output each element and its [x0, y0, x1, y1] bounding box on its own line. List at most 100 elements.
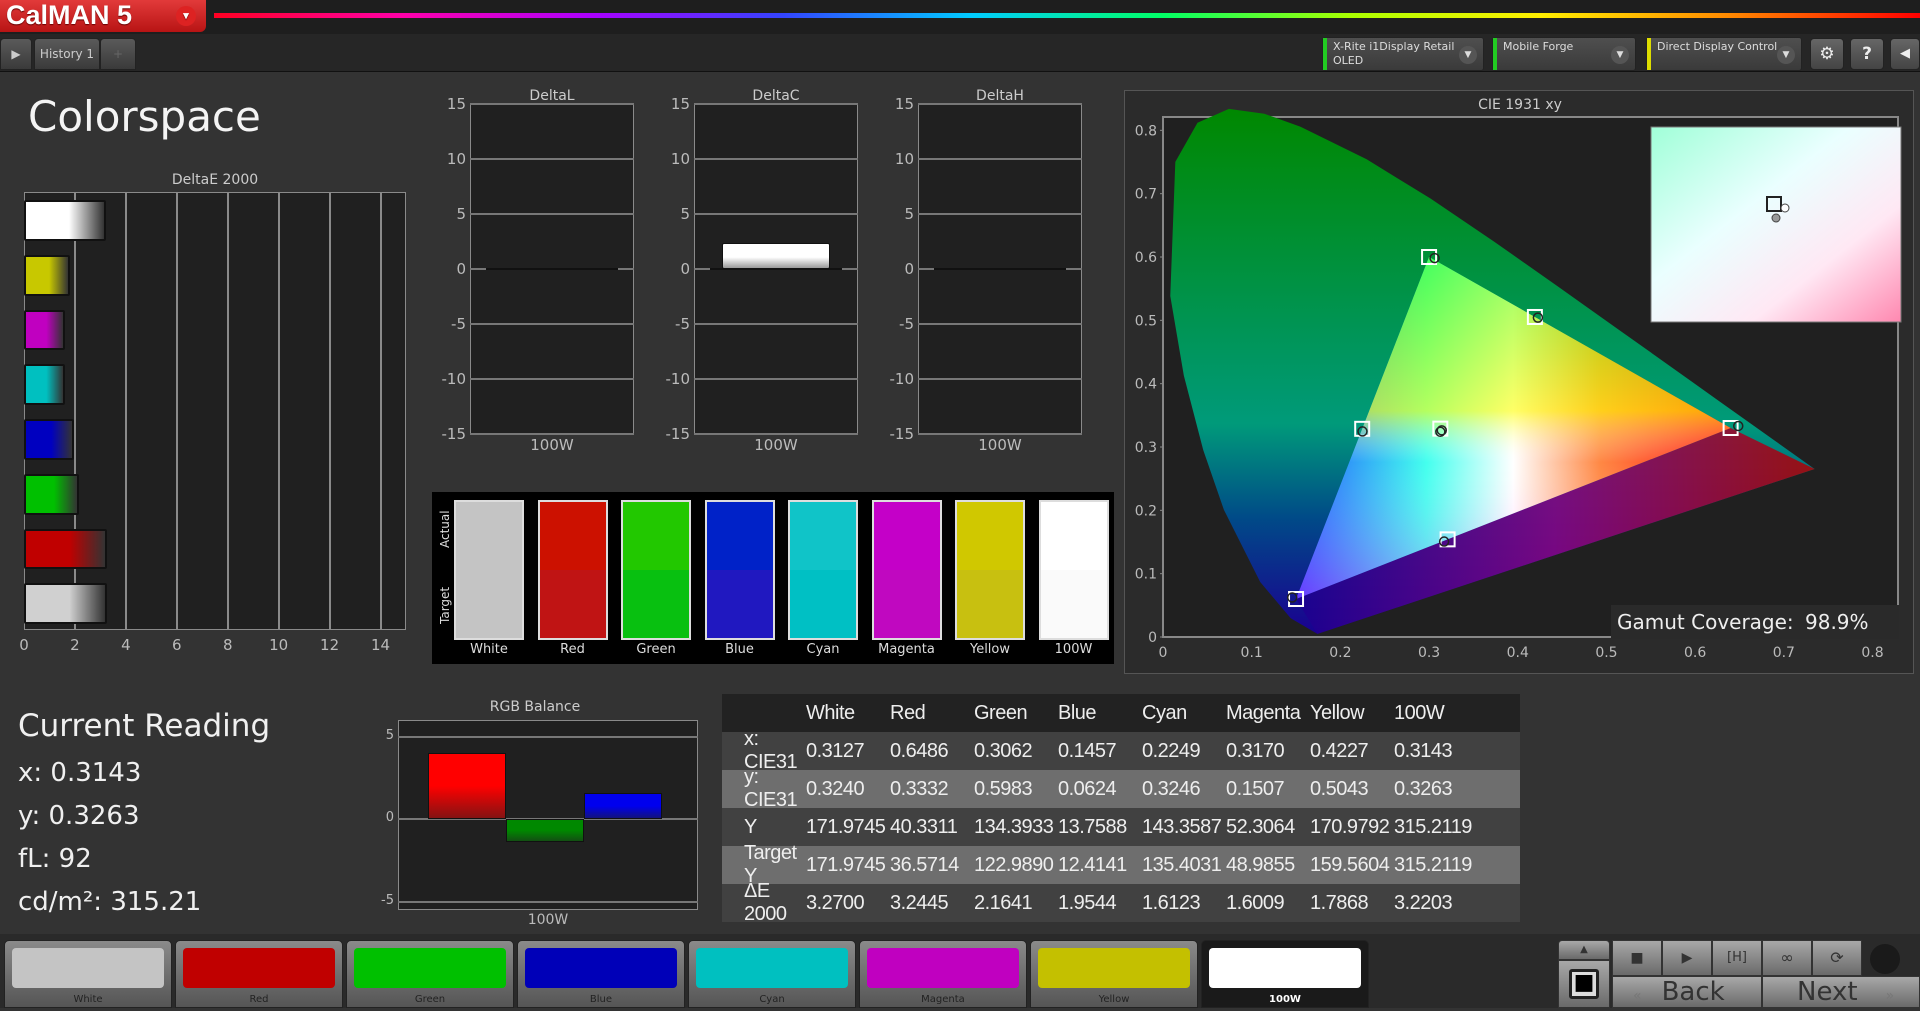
patch-label: Magenta [921, 994, 965, 1005]
target-color [623, 570, 689, 638]
table-cell: 143.3587 [1142, 815, 1222, 838]
patch-button-green[interactable]: Green [346, 940, 514, 1008]
back-icon: « [1633, 988, 1642, 1004]
patch-button-100w[interactable]: 100W [1201, 940, 1369, 1008]
column-header: White [806, 701, 855, 724]
table-cell: 0.6486 [890, 739, 949, 762]
swatch-label: Green [636, 642, 676, 657]
swatch-label: Yellow [969, 642, 1011, 657]
x-tick-label: 0.7 [1773, 645, 1795, 661]
y-tick-label: 0.3 [1135, 440, 1157, 456]
table-cell: 1.7868 [1310, 891, 1369, 914]
target-color [873, 570, 940, 638]
rgb-bar-blue [584, 792, 662, 820]
table-cell: 134.3933 [974, 815, 1054, 838]
table-row: Target Y 171.9745 36.5714 122.9890 12.4141 13… [722, 842, 1520, 887]
swatch-cyan [788, 500, 858, 640]
actual-target-swatches: Actual Target White Red Green Blue Cyan Magen… [432, 492, 1114, 664]
target-color [706, 570, 773, 638]
help-icon[interactable]: ? [1850, 38, 1884, 70]
next-button[interactable]: Next » [1762, 976, 1920, 1008]
collapse-panel-icon[interactable]: ◀ [1890, 38, 1920, 70]
deltae-bar-yellow [24, 254, 70, 296]
y-tick-label: -15 [665, 425, 691, 443]
reading-fl: fL: 92 [18, 844, 92, 874]
stop-all-button[interactable]: ■ [1558, 960, 1610, 1008]
y-tick-label: 0 [385, 810, 394, 826]
loop-icon[interactable]: ∞ [1762, 940, 1812, 976]
target-label: Target [438, 586, 452, 624]
tab-history-1[interactable]: History 1 [34, 38, 100, 70]
deltae-bar-red [24, 528, 107, 570]
y-tick-label: 5 [456, 205, 466, 223]
patch-button-red[interactable]: Red [175, 940, 343, 1008]
inset-actual-marker [1780, 203, 1790, 213]
table-cell: 315.2119 [1394, 853, 1472, 876]
scroll-up-icon[interactable]: ▲ [1558, 940, 1610, 960]
table-row: x: CIE31 0.3127 0.6486 0.3062 0.1457 0.2249 0.… [722, 728, 1520, 773]
table-cell: 0.5983 [974, 777, 1033, 800]
back-label: Back [1661, 977, 1725, 1007]
patch-button-magenta[interactable]: Magenta [859, 940, 1027, 1008]
table-cell: 0.1457 [1058, 739, 1117, 762]
y-tick-label: -5 [675, 315, 690, 333]
x-tick-label: 100W [978, 436, 1022, 454]
measurement-table: White Red Green Blue Cyan Magenta Yellow 100W x:… [722, 694, 1520, 925]
hold-icon[interactable]: [H] [1712, 940, 1762, 976]
gridline [694, 433, 858, 435]
refresh-icon[interactable]: ⟳ [1812, 940, 1862, 976]
table-cell: 0.3170 [1226, 739, 1285, 762]
meter-selector[interactable]: X-Rite i1Display Retail OLED ▼ [1322, 37, 1484, 71]
table-cell: 2.1641 [974, 891, 1033, 914]
swatch-label: Magenta [878, 642, 935, 657]
patch-button-blue[interactable]: Blue [517, 940, 685, 1008]
patch-color [1209, 948, 1361, 988]
chevron-down-icon: ▼ [1459, 46, 1477, 64]
target-color [1040, 570, 1107, 638]
swatch-red [537, 500, 608, 640]
chart-title: DeltaC [752, 88, 800, 104]
rainbow-divider [214, 13, 1920, 18]
patch-button-yellow[interactable]: Yellow [1030, 940, 1198, 1008]
swatch-label: Cyan [806, 642, 840, 657]
y-tick-label: 0 [1148, 630, 1157, 646]
table-row: ΔE 2000 3.2700 3.2445 2.1641 1.9544 1.6123 1.6… [722, 880, 1520, 925]
app-logo-menu[interactable]: CalMAN 5 ▾ [0, 0, 206, 32]
stop-icon[interactable]: ■ [1612, 940, 1662, 976]
y-tick-label: -5 [451, 315, 466, 333]
play-icon[interactable]: ▶ [0, 38, 32, 70]
patch-button-white[interactable]: White [4, 940, 172, 1008]
stop-square-icon: ■ [1569, 969, 1599, 999]
play-icon[interactable]: ▶ [1662, 940, 1712, 976]
actual-color [957, 502, 1023, 570]
row-label: y: CIE31 [744, 766, 798, 811]
gridline [470, 103, 634, 105]
rgb-bar-green [506, 819, 584, 843]
gridline [175, 192, 178, 630]
back-button[interactable]: « Back [1612, 976, 1762, 1008]
chevron-down-icon[interactable]: ▾ [176, 6, 196, 26]
gamut-coverage-label: Gamut Coverage: [1617, 610, 1794, 634]
display-selector[interactable]: Direct Display Control ▼ [1646, 37, 1802, 71]
y-tick-label: 0.7 [1135, 187, 1157, 203]
target-color [957, 570, 1023, 638]
x-tick-label: 0.1 [1241, 645, 1263, 661]
x-tick-label: 12 [320, 636, 340, 654]
y-tick-label: -5 [899, 315, 914, 333]
table-cell: 0.2249 [1142, 739, 1201, 762]
chart-title: DeltaE 2000 [171, 172, 259, 188]
app-name: CalMAN 5 [6, 0, 133, 30]
table-cell: 12.4141 [1058, 853, 1127, 876]
gridline [277, 192, 280, 630]
source-selector[interactable]: Mobile Forge ▼ [1492, 37, 1636, 71]
table-cell: 122.9890 [974, 853, 1054, 876]
patch-color [354, 948, 506, 988]
deltae-bar-100w [24, 200, 106, 241]
reading-x: x: 0.3143 [18, 758, 142, 788]
x-tick-label: 0.3 [1418, 645, 1440, 661]
row-label: Y [744, 815, 757, 838]
actual-color [623, 502, 689, 570]
patch-button-cyan[interactable]: Cyan [688, 940, 856, 1008]
add-tab-icon[interactable]: + [100, 38, 136, 70]
settings-gear-icon[interactable]: ⚙ [1810, 38, 1844, 70]
